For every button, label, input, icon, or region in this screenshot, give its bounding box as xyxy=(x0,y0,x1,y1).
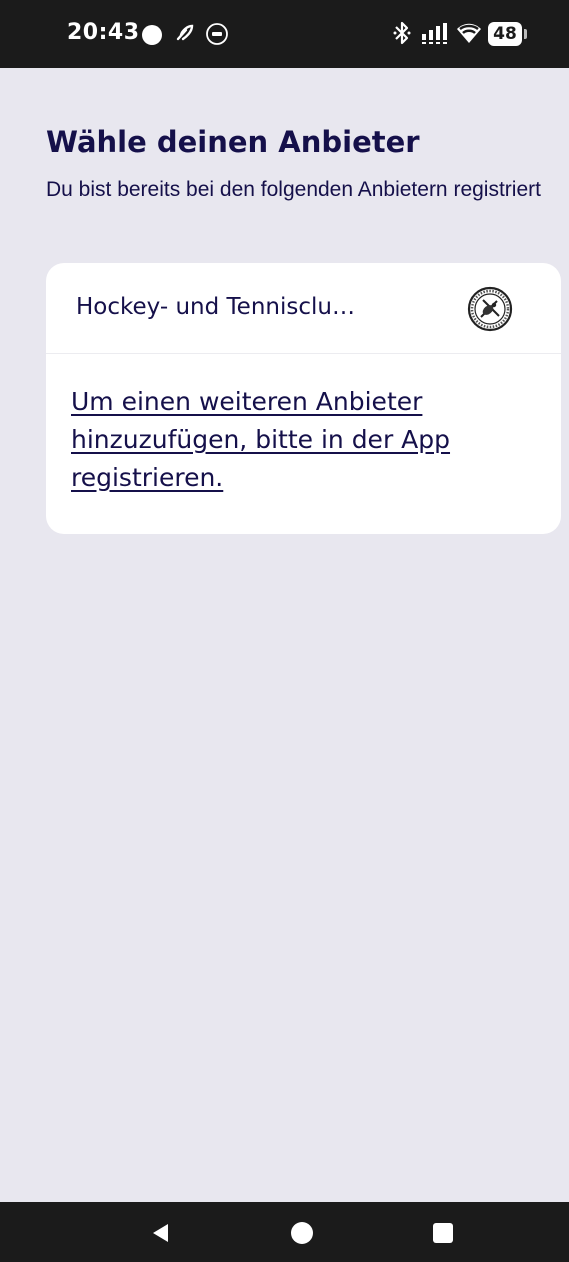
status-bar: 20:43 48 xyxy=(0,0,569,68)
provider-card: Hockey- und Tennisclu… Um einen weiteren… xyxy=(46,263,561,534)
provider-name: Hockey- und Tennisclu… xyxy=(76,294,355,320)
leaf-icon xyxy=(174,22,196,49)
circle-badge-icon xyxy=(205,22,229,51)
page-subtitle: Du bist bereits bei den folgenden Anbiet… xyxy=(46,178,541,201)
register-link[interactable]: Um einen weiteren Anbieter hinzuzufügen,… xyxy=(71,383,541,497)
recents-icon[interactable] xyxy=(433,1223,453,1243)
signal-icon xyxy=(421,22,451,49)
back-icon[interactable] xyxy=(150,1222,172,1249)
provider-item[interactable]: Hockey- und Tennisclu… xyxy=(46,263,561,354)
battery-level: 48 xyxy=(488,22,522,46)
navigation-bar xyxy=(0,1202,569,1262)
page-title: Wähle deinen Anbieter xyxy=(46,125,420,159)
wifi-icon xyxy=(455,21,483,50)
club-logo-icon xyxy=(467,286,513,332)
status-time: 20:43 xyxy=(67,20,140,45)
home-icon[interactable] xyxy=(291,1222,313,1244)
battery-tip xyxy=(524,29,527,39)
bluetooth-icon xyxy=(392,20,412,51)
battery-icon: 48 xyxy=(488,22,528,46)
record-dot-icon xyxy=(142,25,162,45)
